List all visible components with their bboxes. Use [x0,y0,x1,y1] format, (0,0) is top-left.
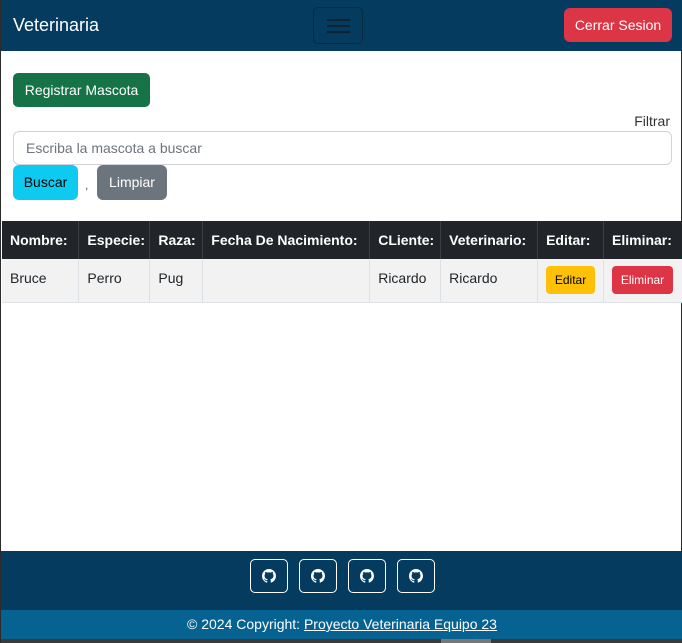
header-especie: Especie: [78,221,151,259]
header-eliminar: Eliminar: [603,221,682,259]
cell-raza: Pug [149,259,204,303]
pets-table: Nombre: Especie: Raza: Fecha De Nacimien… [2,221,682,303]
register-pet-button[interactable]: Registrar Mascota [13,73,150,107]
cell-nombre: Bruce [2,259,80,303]
header-editar: Editar: [537,221,604,259]
navbar: Veterinaria Cerrar Sesion [1,0,682,51]
github-icon [311,569,325,583]
horizontal-scrollbar[interactable] [1,639,682,643]
github-icon [360,569,374,583]
scrollbar-thumb[interactable] [441,639,491,643]
github-link-4[interactable] [397,559,435,593]
table-row: Bruce Perro Pug Ricardo Ricardo Editar E… [2,259,682,303]
search-button[interactable]: Buscar [13,165,78,200]
brand-title[interactable]: Veterinaria [13,14,99,36]
github-link-2[interactable] [299,559,337,593]
menu-toggle-button[interactable] [313,7,363,44]
github-icon [409,569,423,583]
header-veterinario: Veterinario: [440,221,539,259]
edit-button[interactable]: Editar [546,266,596,295]
hamburger-icon-bar [327,31,350,33]
cell-fecha [202,259,371,303]
hamburger-icon [327,19,350,21]
cell-editar: Editar [537,259,604,303]
copyright-bar: © 2024 Copyright: Proyecto Veterinaria E… [1,610,682,639]
github-icon [262,569,276,583]
header-raza: Raza: [149,221,204,259]
cell-cliente: Ricardo [369,259,442,303]
header-nombre: Nombre: [2,221,80,259]
header-cliente: CLiente: [369,221,442,259]
cell-eliminar: Eliminar [603,259,682,303]
footer [1,551,682,610]
separator-text: , [85,178,89,192]
copyright-text: © 2024 Copyright: [187,616,304,632]
github-link-1[interactable] [250,559,288,593]
filter-label: Filtrar [634,113,670,129]
github-link-3[interactable] [348,559,386,593]
cell-veterinario: Ricardo [440,259,539,303]
logout-button[interactable]: Cerrar Sesion [564,8,672,42]
cell-especie: Perro [78,259,151,303]
copyright-link[interactable]: Proyecto Veterinaria Equipo 23 [304,616,497,632]
search-input[interactable] [13,131,672,165]
header-fecha-nacimiento: Fecha De Nacimiento: [202,221,371,259]
delete-button[interactable]: Eliminar [612,266,673,295]
clear-button[interactable]: Limpiar [97,165,167,200]
table-header-row: Nombre: Especie: Raza: Fecha De Nacimien… [2,221,682,259]
hamburger-icon-bar [327,25,350,27]
